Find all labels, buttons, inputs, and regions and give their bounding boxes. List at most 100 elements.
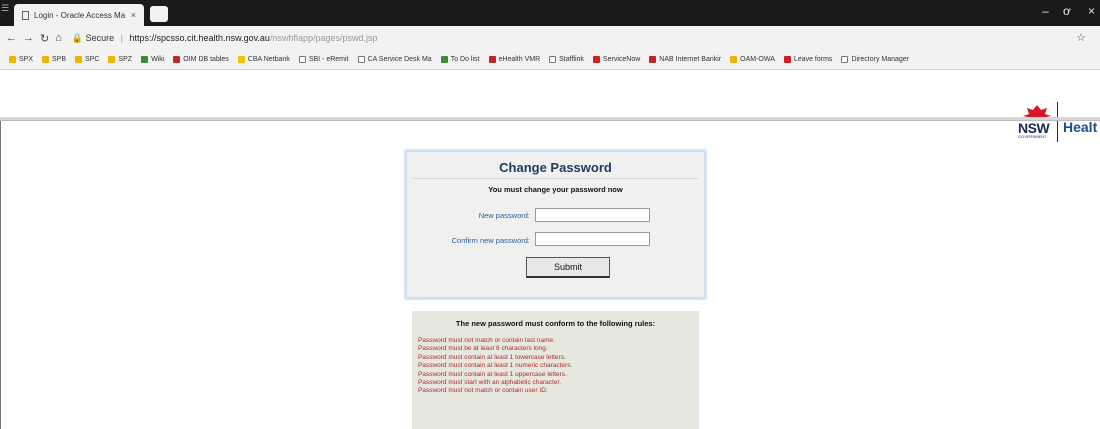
bookmark-label: Wiki	[151, 56, 165, 63]
confirm-password-label: Confirm new password:	[451, 236, 530, 245]
rule-item: Password must be at least 8 characters l…	[418, 345, 548, 353]
bookmarks-bar: SPX SPB SPC SPZ Wiki OIM DB tables CBA Netbank…	[0, 50, 1100, 70]
new-password-label: New password:	[478, 211, 530, 220]
bookmark-item[interactable]: OAM-OWA	[730, 56, 775, 63]
logo-nsw: NSW	[1018, 119, 1050, 136]
page-icon	[22, 10, 29, 20]
bookmark-icon	[237, 56, 245, 63]
close-window-icon[interactable]: ×	[1088, 4, 1095, 18]
minimize-icon[interactable]: –	[1042, 4, 1049, 18]
bookmark-label: CA Service Desk Ma	[367, 56, 432, 63]
rule-item: Password must contain at least 1 upperca…	[418, 370, 567, 378]
logo-health: Healt	[1063, 119, 1098, 135]
bookmark-icon	[108, 56, 116, 63]
bookmark-icon	[549, 56, 557, 63]
bookmark-label: CBA Netbank	[247, 56, 290, 63]
forward-icon[interactable]: →	[23, 32, 34, 44]
rules-list: Password must not match or contain last …	[418, 337, 572, 396]
rules-title: The new password must conform to the fol…	[455, 319, 656, 328]
new-password-input[interactable]	[535, 208, 650, 222]
bookmark-item[interactable]: Stafflink	[549, 56, 584, 63]
bookmark-icon	[75, 56, 83, 63]
bookmark-item[interactable]: OIM DB tables	[173, 56, 229, 63]
password-rules-panel: The new password must conform to the fol…	[412, 311, 699, 429]
bookmark-item[interactable]: SBI - eRemit	[298, 56, 349, 63]
submit-button[interactable]: Submit	[526, 257, 610, 278]
url-separator: |	[120, 32, 123, 43]
browser-titlebar: ☰ Login - Oracle Access Ma × – ơ ×	[0, 0, 1100, 26]
address-field[interactable]: 🔒 Secure | https://spcsso.cit.health.nsw…	[72, 33, 378, 44]
page-header	[0, 71, 1100, 117]
bookmark-item[interactable]: Leave forms	[783, 56, 833, 63]
logo-divider	[1057, 102, 1058, 142]
bookmark-item[interactable]: NAB Internet Bankir	[649, 56, 721, 63]
change-password-panel: Change Password You must change your pas…	[405, 150, 706, 299]
header-rule	[0, 117, 1100, 121]
bookmark-item[interactable]: SPC	[75, 56, 99, 63]
bookmark-icon	[488, 56, 496, 63]
browser-menu-icon[interactable]: ☰	[1, 3, 9, 14]
rule-item: Password must contain at least 1 lowerca…	[418, 353, 566, 361]
bookmark-icon	[783, 56, 791, 63]
bookmark-icon	[173, 56, 181, 63]
bookmark-item[interactable]: To Do list	[440, 56, 480, 63]
bookmark-label: eHealth VMR	[498, 56, 541, 63]
bookmark-item[interactable]: SPB	[42, 56, 66, 63]
confirm-password-input[interactable]	[535, 232, 650, 246]
bookmark-item[interactable]: SPZ	[108, 56, 132, 63]
bookmark-icon	[649, 56, 657, 63]
url-host: https://spcsso.cit.health.nsw.gov.au	[129, 32, 270, 43]
bookmark-icon	[42, 56, 50, 63]
bookmark-label: SBI - eRemit	[308, 56, 349, 63]
panel-subtitle: You must change your password now	[488, 185, 623, 194]
bookmark-item[interactable]: CBA Netbank	[237, 56, 290, 63]
bookmark-icon	[592, 56, 600, 63]
bookmark-item[interactable]: ServiceNow	[592, 56, 641, 63]
panel-divider	[413, 178, 698, 179]
bookmark-label: Stafflink	[559, 56, 584, 63]
bookmark-label: OIM DB tables	[183, 56, 229, 63]
bookmark-label: SPB	[52, 56, 67, 63]
close-tab-icon[interactable]: ×	[131, 10, 136, 20]
bookmark-star-icon[interactable]: ☆	[1076, 31, 1086, 44]
rule-item: Password must not match or contain user …	[418, 387, 548, 395]
bookmark-icon	[298, 56, 306, 63]
bookmark-label: Leave forms	[793, 56, 833, 63]
back-icon[interactable]: ←	[6, 32, 17, 44]
bookmark-label: SPX	[19, 56, 34, 63]
page-left-border	[0, 121, 1, 429]
bookmark-label: SPZ	[118, 56, 133, 63]
page-title: Change Password	[499, 160, 612, 175]
tab-title: Login - Oracle Access Ma	[34, 10, 126, 20]
address-bar-row: ← → ↻ ⌂ 🔒 Secure | https://spcsso.cit.he…	[0, 26, 1100, 50]
bookmark-icon	[841, 56, 849, 63]
rule-item: Password must start with an alphabetic c…	[418, 379, 562, 387]
rule-item: Password must not match or contain last …	[418, 337, 555, 344]
bookmark-item[interactable]: CA Service Desk Ma	[357, 56, 432, 63]
secure-label: Secure	[85, 32, 115, 43]
reload-icon[interactable]: ↻	[40, 32, 49, 45]
new-tab-button[interactable]	[150, 6, 168, 22]
maximize-icon[interactable]: ơ	[1063, 4, 1071, 18]
bookmark-label: To Do list	[450, 56, 480, 63]
logo-government: GOVERNMENT	[1018, 134, 1047, 139]
bookmark-label: OAM-OWA	[740, 56, 775, 63]
bookmark-item[interactable]: eHealth VMR	[488, 56, 541, 63]
url-path: /nswhflapp/pages/pswd.jsp	[269, 32, 378, 43]
bookmark-label: Directory Manager	[851, 56, 910, 63]
bookmark-icon	[440, 56, 448, 63]
bookmark-item[interactable]: Wiki	[141, 56, 164, 63]
bookmark-icon	[730, 56, 738, 63]
bookmark-label: NAB Internet Bankir	[659, 56, 722, 63]
bookmark-icon	[357, 56, 365, 63]
bookmark-icon	[9, 56, 16, 63]
rule-item: Password must contain at least 1 numeric…	[418, 362, 573, 370]
home-icon[interactable]: ⌂	[55, 32, 62, 44]
bookmark-label: SPC	[85, 56, 100, 63]
bookmark-item[interactable]: Directory Manager	[841, 56, 909, 63]
browser-tab[interactable]: Login - Oracle Access Ma ×	[14, 4, 144, 26]
lock-icon: 🔒	[71, 32, 84, 43]
bookmark-label: ServiceNow	[602, 56, 641, 63]
bookmark-icon	[141, 56, 149, 63]
bookmark-item[interactable]: SPX	[9, 56, 33, 63]
